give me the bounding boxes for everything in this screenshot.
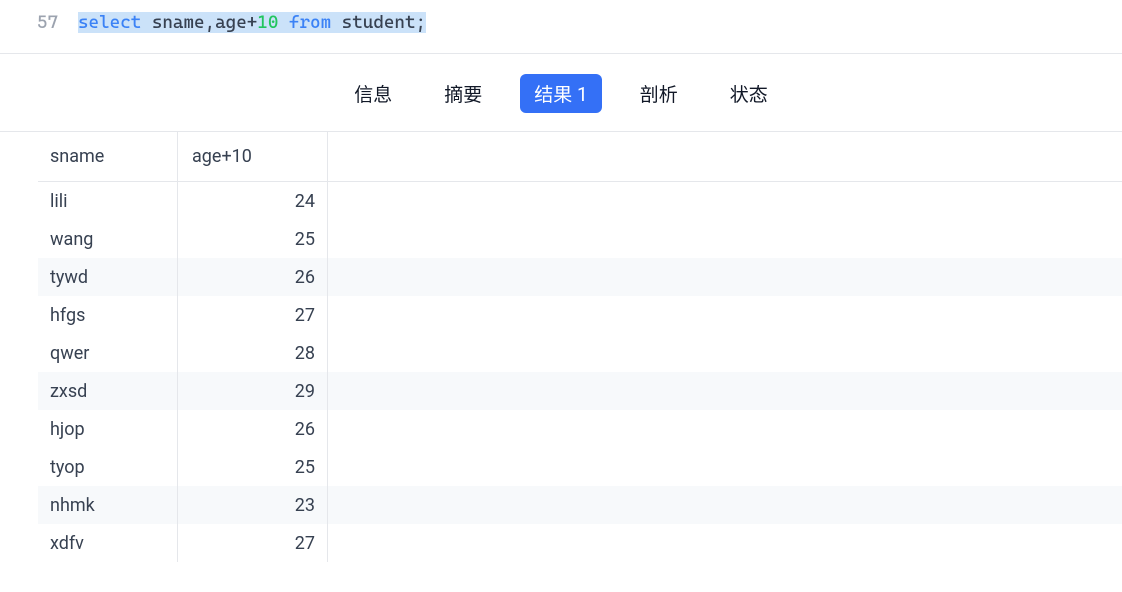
cell-sname: tywd xyxy=(38,258,178,296)
cell-sname: tyop xyxy=(38,448,178,486)
table-row[interactable]: zxsd29 xyxy=(38,372,1122,410)
cell-age: 29 xyxy=(178,372,328,410)
cell-sname: lili xyxy=(38,182,178,220)
cell-age: 28 xyxy=(178,334,328,372)
cell-age: 24 xyxy=(178,182,328,220)
table-row[interactable]: tywd26 xyxy=(38,258,1122,296)
cell-age: 27 xyxy=(178,524,328,562)
table-row[interactable]: tyop25 xyxy=(38,448,1122,486)
tab-profile[interactable]: 剖析 xyxy=(626,74,692,113)
code-line[interactable]: select sname,age+10 from student; xyxy=(78,10,426,33)
table-row[interactable]: hjop26 xyxy=(38,410,1122,448)
cell-sname: wang xyxy=(38,220,178,258)
cell-age: 23 xyxy=(178,486,328,524)
tab-summary[interactable]: 摘要 xyxy=(430,74,496,113)
sql-editor[interactable]: 57 select sname,age+10 from student; xyxy=(0,0,1122,54)
sql-number: 10 xyxy=(257,12,278,33)
tab-result[interactable]: 结果 1 xyxy=(520,74,601,113)
cell-age: 25 xyxy=(178,220,328,258)
cell-sname: hjop xyxy=(38,410,178,448)
result-table: sname age+10 lili24wang25tywd26hfgs27qwe… xyxy=(0,132,1122,562)
sql-keyword-from: from xyxy=(278,12,331,33)
cell-sname: qwer xyxy=(38,334,178,372)
line-number: 57 xyxy=(0,10,78,33)
table-row[interactable]: nhmk23 xyxy=(38,486,1122,524)
column-header-sname[interactable]: sname xyxy=(38,132,178,181)
cell-age: 26 xyxy=(178,410,328,448)
sql-keyword-select: select xyxy=(78,12,141,33)
cell-age: 25 xyxy=(178,448,328,486)
table-row[interactable]: hfgs27 xyxy=(38,296,1122,334)
tab-info[interactable]: 信息 xyxy=(340,74,406,113)
cell-sname: xdfv xyxy=(38,524,178,562)
cell-age: 26 xyxy=(178,258,328,296)
table-header: sname age+10 xyxy=(38,132,1122,182)
cell-sname: hfgs xyxy=(38,296,178,334)
table-row[interactable]: xdfv27 xyxy=(38,524,1122,562)
table-body: lili24wang25tywd26hfgs27qwer28zxsd29hjop… xyxy=(38,182,1122,562)
sql-table: student; xyxy=(331,12,426,33)
tab-status[interactable]: 状态 xyxy=(716,74,782,113)
cell-age: 27 xyxy=(178,296,328,334)
cell-sname: zxsd xyxy=(38,372,178,410)
table-row[interactable]: qwer28 xyxy=(38,334,1122,372)
column-header-age[interactable]: age+10 xyxy=(178,132,328,181)
result-tabs: 信息 摘要 结果 1 剖析 状态 xyxy=(0,54,1122,132)
table-row[interactable]: lili24 xyxy=(38,182,1122,220)
cell-sname: nhmk xyxy=(38,486,178,524)
sql-fields: sname,age+ xyxy=(141,12,257,33)
table-row[interactable]: wang25 xyxy=(38,220,1122,258)
